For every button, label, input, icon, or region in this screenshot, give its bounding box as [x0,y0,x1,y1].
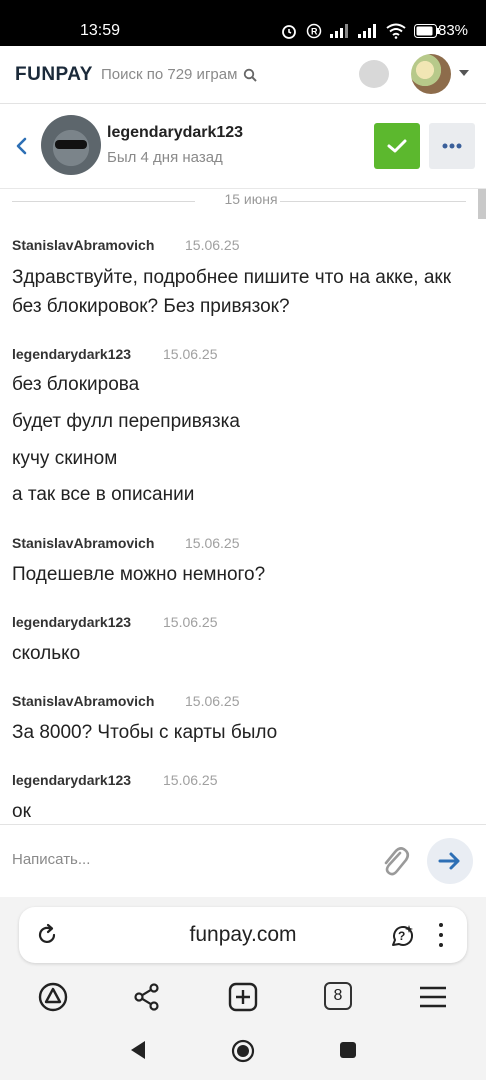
battery-percent: 83% [438,22,469,39]
back-arrow-icon[interactable] [12,134,32,158]
message-time: 15.06.25 [163,772,218,788]
alarm-icon [282,25,296,39]
status-bar: 13:59 R 83% [0,0,486,46]
confirm-button[interactable] [374,123,420,169]
funpay-logo[interactable]: FUNPAY [15,64,93,86]
message-text: ок [12,801,31,822]
battery-icon [414,24,439,38]
message-composer: Написать... [0,824,486,897]
message-text: без блокирова [12,374,140,395]
scrollbar[interactable] [478,189,486,219]
message-author[interactable]: StanislavAbramovich [12,237,154,253]
contact-username[interactable]: legendarydark123 [107,124,243,142]
contact-last-seen: Был 4 дня назад [107,149,223,166]
message-time: 15.06.25 [163,614,218,630]
registered-icon: R [306,23,322,39]
message-time: 15.06.25 [185,535,240,551]
share-icon[interactable] [131,981,163,1013]
message-text: будет фулл перепривязка [12,411,240,432]
new-tab-icon[interactable] [227,981,259,1013]
home-circle-icon[interactable] [231,1039,255,1063]
message-time: 15.06.25 [163,346,218,362]
alice-icon[interactable] [37,981,69,1013]
browser-chrome: funpay.com ? 8 [0,897,486,1080]
chevron-down-icon[interactable] [459,70,469,76]
message-author[interactable]: StanislavAbramovich [12,535,154,551]
contact-avatar[interactable] [41,115,101,175]
user-avatar[interactable] [411,54,451,94]
message-time: 15.06.25 [185,237,240,253]
date-separator: 15 июня [12,189,466,213]
hamburger-menu-icon[interactable] [417,981,449,1013]
search-icon [244,68,258,82]
tabs-count-button[interactable]: 8 [324,982,352,1010]
svg-text:?: ? [398,929,405,943]
search-placeholder: Поиск по 729 играм [101,66,238,83]
chat-header: legendarydark123 Был 4 дня назад [0,104,486,189]
recents-square-icon[interactable] [339,1041,357,1059]
send-button[interactable] [427,838,473,884]
menu-kebab-icon[interactable] [438,923,444,947]
paperclip-icon[interactable] [378,843,410,879]
site-header: FUNPAY Поиск по 729 играм [0,46,486,104]
arrow-right-icon [438,852,460,870]
signal-icon-1 [330,24,348,38]
message-text: сколько [12,643,81,664]
message-text: кучу скином [12,448,118,469]
status-icons: R [280,22,440,40]
search-box[interactable]: Поиск по 729 играм [101,66,258,83]
address-bar[interactable]: funpay.com ? [19,907,467,963]
date-separator-label: 15 июня [224,191,278,207]
back-triangle-icon[interactable] [128,1039,148,1061]
message-author[interactable]: StanislavAbramovich [12,693,154,709]
message-author[interactable]: legendarydark123 [12,346,131,362]
sunglasses-icon [55,140,87,149]
message-input[interactable]: Написать... [12,851,90,868]
svg-text:R: R [311,27,318,37]
ellipsis-icon [442,143,462,149]
system-navigation [0,1035,486,1080]
message-text: Здравствуйте, подробнее пишите что на ак… [12,267,452,317]
browser-toolbar [0,979,486,1023]
check-icon [387,139,407,153]
message-text: а так все в описании [12,484,195,505]
message-list[interactable]: 15 июня StanislavAbramovich 15.06.25 Здр… [0,189,486,824]
more-options-button[interactable] [429,123,475,169]
message-author[interactable]: legendarydark123 [12,772,131,788]
message-text: Подешевле можно немного? [12,564,266,585]
message-author[interactable]: legendarydark123 [12,614,131,630]
message-text: За 8000? Чтобы с карты было [12,722,278,743]
signal-icon-2 [358,24,376,38]
wifi-icon [386,23,406,39]
chat-bubble-icon[interactable] [359,60,389,88]
assistant-icon[interactable]: ? [389,923,415,949]
message-time: 15.06.25 [185,693,240,709]
status-time: 13:59 [80,22,121,39]
